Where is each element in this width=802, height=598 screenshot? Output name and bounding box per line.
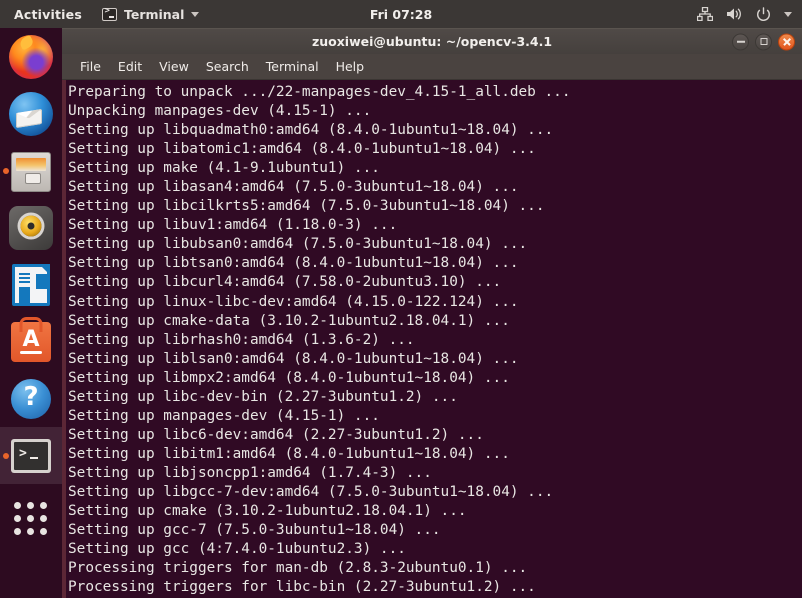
maximize-button[interactable] [755, 33, 772, 50]
menu-bar: File Edit View Search Terminal Help [62, 54, 802, 80]
terminal-line: Setting up libitm1:amd64 (8.4.0-1ubuntu1… [68, 445, 510, 462]
menu-item-help[interactable]: Help [336, 59, 365, 74]
status-indicators[interactable] [697, 6, 792, 22]
menu-item-file[interactable]: File [80, 59, 101, 74]
minimize-button[interactable] [732, 33, 749, 50]
terminal-line: Setting up linux-libc-dev:amd64 (4.15.0-… [68, 293, 519, 310]
terminal-icon: > [11, 438, 51, 473]
power-icon[interactable] [756, 6, 771, 22]
minimize-icon [736, 40, 745, 43]
terminal-line: Setting up libcilkrts5:amd64 (7.5.0-3ubu… [68, 198, 545, 215]
top-bar: Activities Terminal Fri 07:28 [0, 0, 802, 28]
rhythmbox-icon [9, 205, 53, 250]
files-icon [11, 152, 51, 192]
dock-item-files[interactable] [0, 142, 62, 199]
dock-item-firefox[interactable] [0, 28, 62, 85]
chevron-down-icon [191, 11, 200, 17]
terminal-line: Setting up libasan4:amd64 (7.5.0-3ubuntu… [68, 179, 519, 196]
terminal-line: Setting up liblsan0:amd64 (8.4.0-1ubuntu… [68, 350, 519, 367]
terminal-line: Setting up librhash0:amd64 (1.3.6-2) ... [68, 331, 415, 348]
terminal-line: Unpacking manpages-dev (4.15-1) ... [68, 103, 372, 120]
terminal-line: Preparing to unpack .../22-manpages-dev_… [68, 84, 571, 100]
libreoffice-writer-icon [12, 264, 50, 306]
terminal-line: Setting up libtsan0:amd64 (8.4.0-1ubuntu… [68, 255, 519, 272]
terminal-line: Setting up libuv1:amd64 (1.18.0-3) ... [68, 217, 398, 234]
close-button[interactable] [778, 33, 795, 50]
help-icon [11, 378, 51, 419]
dock-item-thunderbird[interactable] [0, 85, 62, 142]
terminal-line: Setting up libatomic1:amd64 (8.4.0-1ubun… [68, 141, 536, 158]
menu-item-view[interactable]: View [159, 59, 189, 74]
terminal-text: Preparing to unpack .../22-manpages-dev_… [66, 80, 802, 598]
menu-item-terminal[interactable]: Terminal [266, 59, 319, 74]
desktop-screen: Activities Terminal Fri 07:28 [0, 0, 802, 598]
window-title: zuoxiwei@ubuntu: ~/opencv-3.4.1 [311, 34, 553, 49]
terminal-line: Setting up libgcc-7-dev:amd64 (7.5.0-3ub… [68, 483, 554, 500]
dock-item-help[interactable] [0, 370, 62, 427]
show-applications-button[interactable] [0, 490, 62, 547]
app-menu-terminal[interactable]: Terminal [94, 6, 207, 22]
running-indicator [3, 452, 9, 459]
terminal-icon [101, 6, 117, 21]
dock-item-terminal[interactable]: > [0, 427, 62, 484]
terminal-window: zuoxiwei@ubuntu: ~/opencv-3.4.1 File Edi… [62, 28, 802, 598]
terminal-line: Processing triggers for man-db (2.8.3-2u… [68, 560, 528, 577]
terminal-line: Setting up libc-dev-bin (2.27-3ubuntu1.2… [68, 388, 458, 405]
terminal-output-area[interactable]: Preparing to unpack .../22-manpages-dev_… [62, 80, 802, 598]
maximize-icon [760, 38, 767, 45]
network-icon[interactable] [697, 7, 713, 21]
menu-item-search[interactable]: Search [206, 59, 249, 74]
terminal-line: Setting up make (4.1-9.1ubuntu1) ... [68, 160, 380, 177]
terminal-glyph-prompt: > [19, 445, 27, 461]
terminal-line: Setting up libmpx2:amd64 (8.4.0-1ubuntu1… [68, 369, 510, 386]
ubuntu-software-icon [11, 321, 51, 362]
close-icon [782, 37, 791, 46]
app-menu-label: Terminal [123, 6, 185, 22]
dock-item-rhythmbox[interactable] [0, 199, 62, 256]
volume-icon[interactable] [726, 7, 743, 21]
thunderbird-icon [9, 91, 53, 136]
terminal-line: Setting up libquadmath0:amd64 (8.4.0-1ub… [68, 122, 554, 139]
firefox-icon [9, 34, 53, 79]
chevron-down-icon[interactable] [784, 11, 792, 17]
terminal-line: Setting up libjsoncpp1:amd64 (1.7.4-3) .… [68, 464, 432, 481]
terminal-line: Setting up cmake-data (3.10.2-1ubuntu2.1… [68, 312, 510, 329]
terminal-glyph-underscore [30, 456, 38, 459]
dock-item-ubuntu-software[interactable] [0, 313, 62, 370]
terminal-line: Setting up libc6-dev:amd64 (2.27-3ubuntu… [68, 426, 484, 443]
clock[interactable]: Fri 07:28 [370, 7, 432, 22]
menu-item-edit[interactable]: Edit [118, 59, 142, 74]
terminal-line: Setting up manpages-dev (4.15-1) ... [68, 407, 380, 424]
terminal-line: Setting up gcc-7 (7.5.0-3ubuntu1~18.04) … [68, 522, 441, 539]
dock: > [0, 28, 62, 598]
apps-grid-icon [14, 501, 48, 536]
terminal-line: Setting up gcc (4:7.4.0-1ubuntu2.3) ... [68, 541, 406, 558]
window-controls [732, 33, 795, 50]
activities-button[interactable]: Activities [0, 7, 94, 22]
window-titlebar[interactable]: zuoxiwei@ubuntu: ~/opencv-3.4.1 [62, 28, 802, 54]
running-indicator [3, 167, 9, 174]
dock-item-libreoffice-writer[interactable] [0, 256, 62, 313]
terminal-line: Processing triggers for libc-bin (2.27-3… [68, 579, 536, 596]
terminal-line: Setting up libubsan0:amd64 (7.5.0-3ubunt… [68, 236, 528, 253]
terminal-line: Setting up cmake (3.10.2-1ubuntu2.18.04.… [68, 503, 467, 520]
terminal-line: Setting up libcurl4:amd64 (7.58.0-2ubunt… [68, 274, 502, 291]
software-bar [20, 350, 42, 354]
